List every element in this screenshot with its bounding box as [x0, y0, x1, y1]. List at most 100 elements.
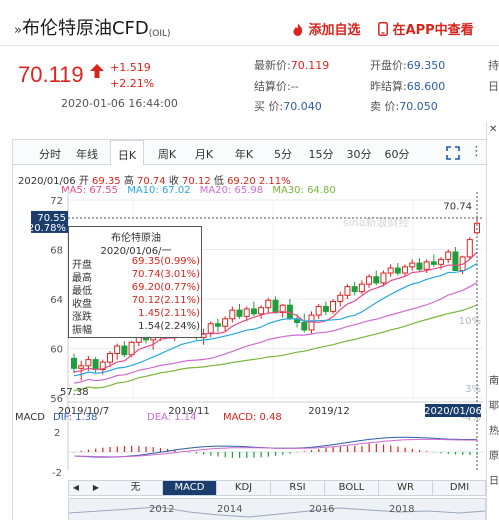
macd-bar	[354, 446, 356, 452]
tooltip-row-value: 1.45(2.11%)	[138, 308, 200, 319]
quote-arrow-icon: »	[14, 23, 22, 38]
title-code: (OIL)	[148, 29, 171, 39]
up-arrow-icon	[89, 63, 105, 83]
indicator-tab-5[interactable]: WR	[379, 481, 433, 495]
settle-price-cell: 结算价:--	[254, 78, 299, 94]
macd-bar	[325, 448, 327, 452]
candle-body	[409, 262, 416, 268]
side-label-2: 耶	[489, 401, 499, 412]
header-bar: »布伦特原油CFD(OIL) 添加自选 在APP中查看	[0, 0, 499, 46]
macd-bar	[87, 449, 90, 452]
change-abs: +1.519	[110, 61, 151, 74]
indicator-tab-2[interactable]: KDJ	[217, 481, 271, 495]
macd-bar	[267, 452, 270, 457]
macd-dif: DIF: 1.38	[53, 412, 98, 423]
scroll-year-label: 2014	[217, 504, 243, 515]
candle-body	[366, 276, 373, 285]
macd-bar	[73, 452, 75, 453]
candle-body	[71, 357, 77, 369]
macd-bar	[275, 452, 277, 456]
candle-body	[92, 359, 99, 371]
scroll-year-label: 2012	[149, 504, 175, 515]
current-price: 70.119	[18, 62, 84, 87]
candle-body	[78, 365, 85, 369]
macd-bar	[404, 447, 406, 452]
prev-settle-label: 昨结算:	[370, 80, 407, 93]
tooltip-row-value: 69.20(0.77%)	[131, 282, 200, 293]
macd-bar	[195, 452, 198, 454]
tooltip-date: 2020/01/06/一	[100, 246, 172, 257]
settle-label: 结算价:	[254, 80, 291, 93]
macd-bar	[440, 452, 442, 454]
macd-bar	[95, 448, 97, 452]
candle-body	[272, 299, 279, 314]
macd-bar	[318, 449, 320, 452]
extra-cell-2: 日	[488, 78, 499, 94]
macd-bar	[382, 444, 385, 452]
candle-body	[121, 345, 128, 356]
add-watchlist-label: 添加自选	[308, 23, 361, 38]
open-app-label: 在APP中查看	[392, 23, 474, 38]
candle-body	[445, 251, 452, 260]
macd-bar	[426, 451, 428, 452]
macd-bar	[246, 452, 248, 458]
open-value: 69.350	[406, 59, 446, 72]
candle-body	[265, 299, 272, 309]
macd-bar	[397, 446, 399, 452]
candle-body	[114, 345, 121, 354]
macd-bar	[310, 450, 313, 452]
ask-price-cell: 卖 价:70.050	[370, 98, 438, 114]
macd-bar	[361, 446, 363, 452]
candle-body	[250, 308, 257, 315]
macd-bar	[224, 452, 226, 458]
macd-bar	[411, 448, 413, 452]
page: { "header": { "title_main": "布伦特原油CFD", …	[0, 0, 499, 520]
candle-body	[358, 283, 365, 293]
macd-bar	[375, 443, 377, 452]
indicator-tab-3[interactable]: RSI	[271, 481, 325, 495]
candle-body	[222, 318, 229, 327]
timeline-scrollbar[interactable]: 2012 2014 2016 2018	[68, 498, 486, 520]
macd-bar	[80, 450, 82, 452]
indicator-tab-1[interactable]: MACD	[163, 481, 217, 495]
chart-container: 分时 年线 日K 周K 月K 年K 5分 15分 30分 60分 ⋮ 2020/01/06 开 6…	[12, 139, 487, 520]
side-close-icon[interactable]: ✕	[489, 124, 497, 135]
side-label-5: 日	[489, 476, 499, 487]
candle-body	[207, 323, 214, 335]
open-app-button[interactable]: 在APP中查看	[378, 19, 474, 38]
macd-bar	[145, 446, 147, 452]
candle-body	[402, 266, 409, 274]
candle-body	[85, 359, 92, 367]
ask-value: 70.050	[399, 100, 438, 113]
candle-body	[452, 251, 459, 272]
page-title: »布伦特原油CFD(OIL)	[14, 14, 171, 40]
macd-bar	[109, 446, 111, 452]
macd-bar	[123, 446, 126, 452]
scroll-right-icon[interactable]: ▶	[88, 480, 104, 496]
y-axis-label: 68	[50, 246, 63, 257]
candle-body	[430, 261, 437, 265]
bid-price-cell: 买 价:70.040	[254, 98, 322, 114]
tooltip-row-value: 1.54(2.24%)	[138, 321, 200, 332]
prev-settle-cell: 昨结算:68.600	[370, 78, 445, 94]
macd-bar	[390, 445, 392, 452]
extra-cell-1: 持	[488, 57, 499, 73]
indicator-tab-4[interactable]: BOLL	[325, 481, 379, 495]
candle-body	[344, 286, 351, 296]
tooltip-row-label: 振幅	[72, 325, 92, 336]
macd-bar	[131, 446, 133, 452]
side-label-3: 热	[489, 426, 499, 437]
macd-bar	[282, 452, 284, 455]
indicator-tab-0[interactable]: 无	[109, 481, 163, 495]
macd-bar	[447, 452, 449, 454]
macd-bar	[346, 446, 349, 452]
indicator-tab-6[interactable]: DMI	[433, 481, 487, 495]
add-watchlist-button[interactable]: 添加自选	[292, 19, 361, 38]
macd-bar	[253, 452, 255, 458]
high-marker: 70.74	[443, 202, 472, 213]
macd-bar	[476, 452, 478, 455]
open-price-cell: 开盘价:69.350	[370, 57, 445, 73]
candle-body	[466, 239, 473, 258]
candle-body	[330, 300, 337, 312]
scroll-left-icon[interactable]: ◀	[68, 480, 84, 496]
